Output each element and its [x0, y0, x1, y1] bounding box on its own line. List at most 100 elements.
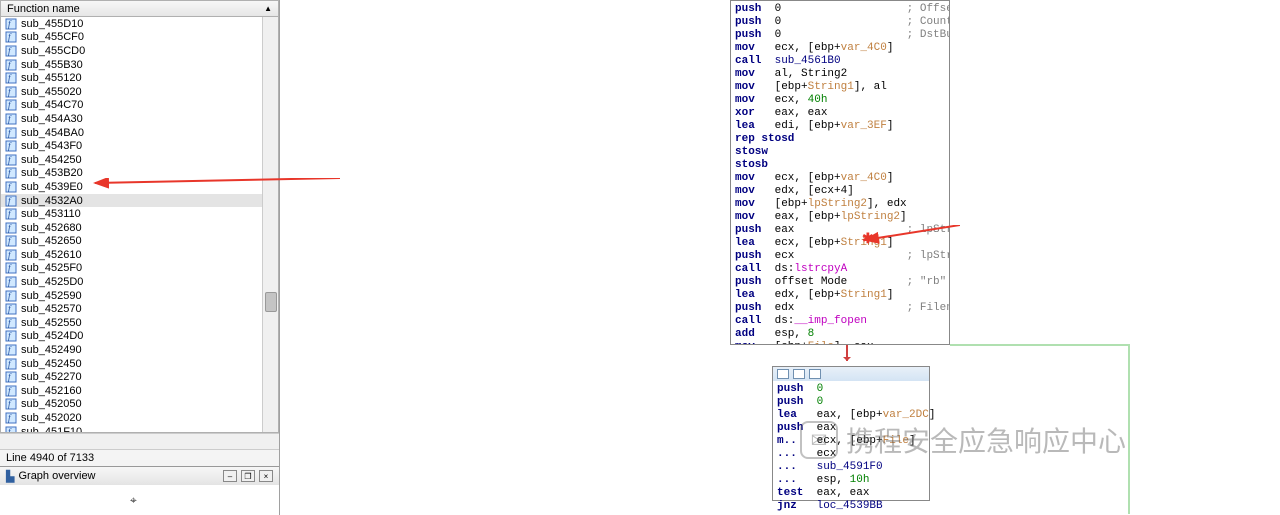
function-icon: f: [5, 181, 17, 193]
function-row[interactable]: f sub_452050: [1, 398, 278, 412]
function-icon: f: [5, 140, 17, 152]
function-icon: f: [5, 127, 17, 139]
restore-button[interactable]: ❐: [241, 470, 255, 482]
graph-overview-header: ▙ Graph overview – ❐ ×: [0, 467, 279, 485]
function-row[interactable]: f sub_455120: [1, 71, 278, 85]
function-icon: f: [5, 45, 17, 57]
scrollbar-thumb[interactable]: [265, 292, 277, 312]
function-icon: f: [5, 18, 17, 30]
disassembly-code: push 0 ; Offset push 0 ; Count push 0 ; …: [731, 1, 949, 345]
disassembly-block-child[interactable]: push 0 push 0 lea eax, [ebp+var_2DC] pus…: [772, 366, 930, 501]
function-name: sub_4532A0: [21, 195, 83, 207]
function-row[interactable]: f sub_452490: [1, 343, 278, 357]
function-row[interactable]: fsub_453110: [1, 207, 278, 221]
function-name: sub_452680: [21, 222, 82, 234]
disassembly-block-main[interactable]: push 0 ; Offset push 0 ; Count push 0 ; …: [730, 0, 950, 345]
scrollbar-vertical[interactable]: [262, 17, 278, 432]
function-icon: f: [5, 235, 17, 247]
function-row[interactable]: fsub_452160: [1, 384, 278, 398]
function-name: sub_4539E0: [21, 181, 83, 193]
block-header: [773, 367, 929, 381]
function-row[interactable]: fsub_452270: [1, 370, 278, 384]
function-name: sub_452020: [21, 412, 82, 424]
function-name: sub_452550: [21, 317, 82, 329]
function-name: sub_455CD0: [21, 45, 85, 57]
function-row[interactable]: f sub_451F10: [1, 425, 278, 433]
function-row[interactable]: f sub_452020: [1, 411, 278, 425]
function-row[interactable]: f sub_452590: [1, 289, 278, 303]
function-row[interactable]: f sub_455020: [1, 85, 278, 99]
scrollbar-horizontal[interactable]: [0, 433, 279, 449]
function-row[interactable]: fsub_454A30: [1, 112, 278, 126]
flow-edge-green: [950, 344, 1130, 346]
function-row[interactable]: fsub_4524D0: [1, 330, 278, 344]
function-icon: f: [5, 99, 17, 111]
close-button[interactable]: ×: [259, 470, 273, 482]
function-name: sub_452490: [21, 344, 82, 356]
status-line: Line 4940 of 7133: [0, 449, 279, 466]
function-name: sub_455020: [21, 86, 82, 98]
function-row[interactable]: f sub_452650: [1, 235, 278, 249]
graph-overview-canvas[interactable]: ⌖: [0, 485, 279, 515]
function-row[interactable]: f sub_4532A0: [1, 194, 278, 208]
function-icon: f: [5, 276, 17, 288]
function-icon: f: [5, 317, 17, 329]
function-icon: f: [5, 208, 17, 220]
function-row[interactable]: fsub_454BA0: [1, 126, 278, 140]
function-name: sub_452590: [21, 290, 82, 302]
function-icon: f: [5, 86, 17, 98]
function-icon: f: [5, 72, 17, 84]
column-label: Function name: [7, 3, 80, 15]
graph-icon: ▙: [6, 470, 14, 483]
function-icon: f: [5, 358, 17, 370]
sort-indicator-icon: ▲: [264, 4, 272, 13]
function-icon: f: [5, 31, 17, 43]
function-row[interactable]: fsub_4543F0: [1, 139, 278, 153]
function-row[interactable]: fsub_454C70: [1, 99, 278, 113]
function-name: sub_451F10: [21, 426, 82, 433]
function-list[interactable]: fsub_455D10fsub_455CF0fsub_455CD0fsub_45…: [0, 17, 279, 433]
function-row[interactable]: f sub_452610: [1, 248, 278, 262]
function-icon: f: [5, 167, 17, 179]
function-name: sub_452050: [21, 398, 82, 410]
function-icon: f: [5, 412, 17, 424]
graph-overview-pane: ▙ Graph overview – ❐ × ⌖: [0, 466, 279, 515]
disassembly-code: push 0 push 0 lea eax, [ebp+var_2DC] pus…: [773, 381, 929, 515]
function-icon: f: [5, 222, 17, 234]
function-name: sub_452650: [21, 235, 82, 247]
function-row[interactable]: f sub_4539E0: [1, 180, 278, 194]
function-name: sub_4525F0: [21, 262, 82, 274]
function-row[interactable]: fsub_452570: [1, 302, 278, 316]
function-column-header[interactable]: Function name ▲: [0, 0, 279, 17]
function-row[interactable]: fsub_4525F0: [1, 262, 278, 276]
cursor-icon: ⌖: [130, 493, 137, 508]
window-icon: [793, 369, 805, 379]
function-row[interactable]: f sub_455CD0: [1, 44, 278, 58]
function-list-pane: Function name ▲ fsub_455D10fsub_455CF0fs…: [0, 0, 280, 515]
function-name: sub_455B30: [21, 59, 83, 71]
function-row[interactable]: f sub_4525D0: [1, 275, 278, 289]
function-row[interactable]: f sub_455CF0: [1, 31, 278, 45]
function-name: sub_452610: [21, 249, 82, 261]
function-name: sub_455D10: [21, 18, 83, 30]
function-row[interactable]: fsub_455B30: [1, 58, 278, 72]
function-icon: f: [5, 113, 17, 125]
function-icon: f: [5, 195, 17, 207]
function-icon: f: [5, 290, 17, 302]
function-row[interactable]: f sub_452680: [1, 221, 278, 235]
function-row[interactable]: fsub_452450: [1, 357, 278, 371]
function-row[interactable]: f sub_452550: [1, 316, 278, 330]
function-name: sub_455120: [21, 72, 82, 84]
function-icon: f: [5, 344, 17, 356]
function-name: sub_453B20: [21, 167, 83, 179]
function-name: sub_455CF0: [21, 31, 84, 43]
function-name: sub_4525D0: [21, 276, 83, 288]
minimize-button[interactable]: –: [223, 470, 237, 482]
function-icon: f: [5, 426, 17, 433]
function-name: sub_4524D0: [21, 330, 83, 342]
function-icon: f: [5, 249, 17, 261]
function-row[interactable]: f sub_453B20: [1, 167, 278, 181]
function-row[interactable]: f sub_455D10: [1, 17, 278, 31]
function-icon: f: [5, 398, 17, 410]
function-row[interactable]: fsub_454250: [1, 153, 278, 167]
